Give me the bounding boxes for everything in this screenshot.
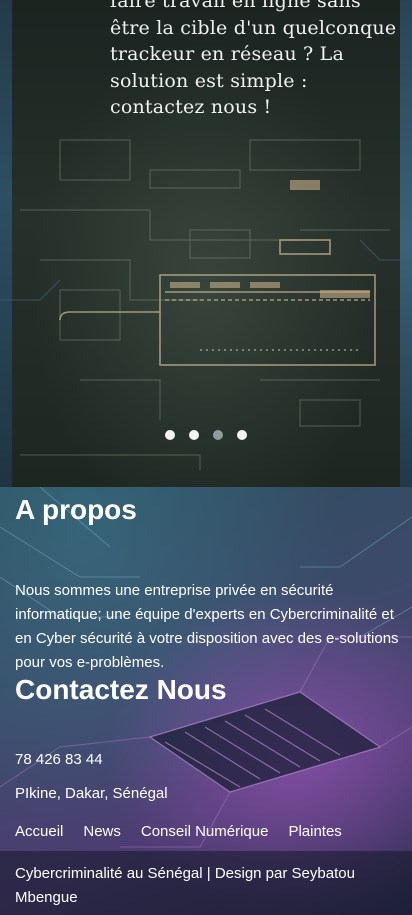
carousel-indicators: [0, 430, 412, 440]
about-title: A propos: [15, 494, 137, 525]
contact-title: Contactez Nous: [15, 674, 227, 705]
nav-link-complaints[interactable]: Plaintes: [288, 823, 341, 840]
nav-link-news[interactable]: News: [83, 823, 121, 840]
carousel-dot-4[interactable]: [237, 430, 247, 440]
hero-carousel: faire travail en ligne sans être la cibl…: [0, 0, 412, 487]
footer-credits: Cybercriminalité au Sénégal | Design par…: [15, 865, 355, 906]
carousel-dot-3[interactable]: [213, 430, 223, 440]
site-footer: Cybercriminalité au Sénégal | Design par…: [0, 851, 412, 915]
footer-nav: Accueil News Conseil Numérique Plaintes: [15, 823, 342, 840]
carousel-slide-text: faire travail en ligne sans être la cibl…: [110, 0, 397, 118]
nav-link-advice[interactable]: Conseil Numérique: [141, 823, 269, 840]
carousel-dot-1[interactable]: [165, 430, 175, 440]
about-description: Nous sommes une entreprise privée en séc…: [15, 582, 399, 671]
carousel-dot-2[interactable]: [189, 430, 199, 440]
nav-link-home[interactable]: Accueil: [15, 823, 63, 840]
contact-address: PIkine, Dakar, Sénégal: [15, 785, 168, 802]
contact-phone: 78 426 83 44: [15, 751, 103, 768]
info-section: A propos Nous sommes une entreprise priv…: [0, 487, 412, 915]
